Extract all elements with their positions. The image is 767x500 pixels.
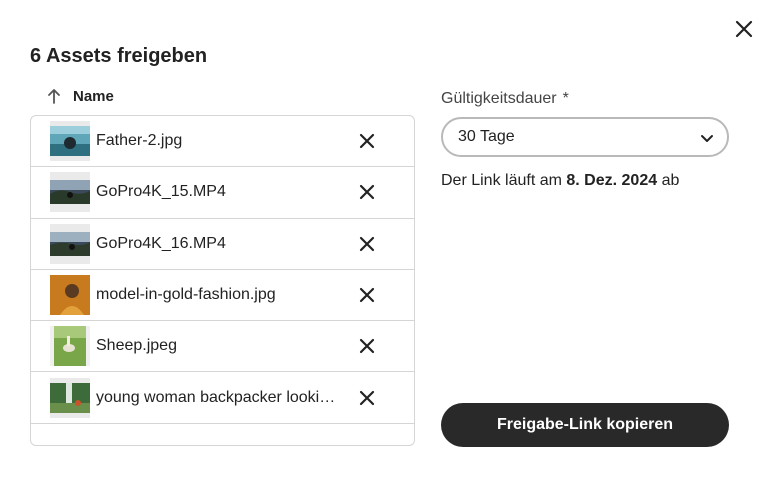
validity-label: Gültigkeitsdauer * bbox=[441, 90, 569, 108]
asset-list: Father-2.jpg GoPro4K_15.MP4 GoPro4K_16.M… bbox=[30, 115, 415, 446]
expiry-prefix: Der Link läuft am bbox=[441, 172, 562, 189]
remove-asset-button[interactable] bbox=[357, 182, 377, 202]
asset-name: Father-2.jpg bbox=[96, 132, 183, 150]
expiry-suffix: ab bbox=[661, 172, 680, 189]
remove-asset-button[interactable] bbox=[357, 336, 377, 356]
asset-thumbnail bbox=[50, 326, 90, 367]
required-indicator: * bbox=[562, 90, 569, 107]
asset-name: model-in-gold-fashion.jpg bbox=[96, 286, 276, 304]
chevron-down-icon bbox=[701, 135, 713, 142]
list-item: GoPro4K_16.MP4 bbox=[31, 219, 414, 270]
asset-name: GoPro4K_15.MP4 bbox=[96, 183, 226, 201]
copy-share-link-button[interactable]: Freigabe-Link kopieren bbox=[441, 403, 729, 447]
validity-select[interactable]: 30 Tage bbox=[441, 117, 729, 157]
column-header-label: Name bbox=[73, 87, 114, 105]
validity-select-value: 30 Tage bbox=[458, 128, 515, 145]
asset-name: Sheep.jpeg bbox=[96, 337, 177, 355]
name-column-header[interactable]: Name bbox=[47, 86, 114, 106]
arrow-up-icon bbox=[48, 89, 60, 104]
asset-name: GoPro4K_16.MP4 bbox=[96, 234, 226, 252]
close-icon bbox=[359, 339, 375, 354]
list-item: Father-2.jpg bbox=[31, 116, 414, 168]
close-icon bbox=[359, 287, 375, 303]
list-item: Sheep.jpeg bbox=[31, 321, 414, 373]
asset-thumbnail bbox=[50, 275, 90, 316]
validity-label-text: Gültigkeitsdauer bbox=[441, 90, 557, 107]
expiry-date: 8. Dez. 2024 bbox=[566, 172, 658, 189]
asset-thumbnail bbox=[50, 223, 90, 264]
close-icon bbox=[359, 236, 375, 251]
remove-asset-button[interactable] bbox=[357, 234, 377, 254]
list-item: GoPro4K_15.MP4 bbox=[31, 167, 414, 219]
dialog-title: 6 Assets freigeben bbox=[30, 45, 208, 67]
asset-thumbnail bbox=[50, 121, 90, 162]
close-icon bbox=[735, 20, 753, 38]
remove-asset-button[interactable] bbox=[357, 285, 377, 305]
close-button[interactable] bbox=[732, 17, 756, 41]
remove-asset-button[interactable] bbox=[357, 131, 377, 151]
close-icon bbox=[359, 185, 375, 200]
list-item: young woman backpacker looki… bbox=[31, 372, 414, 424]
asset-name: young woman backpacker looki… bbox=[96, 388, 336, 406]
expiry-text: Der Link läuft am 8. Dez. 2024 ab bbox=[441, 172, 679, 190]
close-icon bbox=[359, 390, 375, 405]
remove-asset-button[interactable] bbox=[357, 388, 377, 408]
list-item: model-in-gold-fashion.jpg bbox=[31, 270, 414, 322]
asset-thumbnail bbox=[50, 377, 90, 418]
close-icon bbox=[359, 134, 375, 149]
asset-thumbnail bbox=[50, 172, 90, 213]
